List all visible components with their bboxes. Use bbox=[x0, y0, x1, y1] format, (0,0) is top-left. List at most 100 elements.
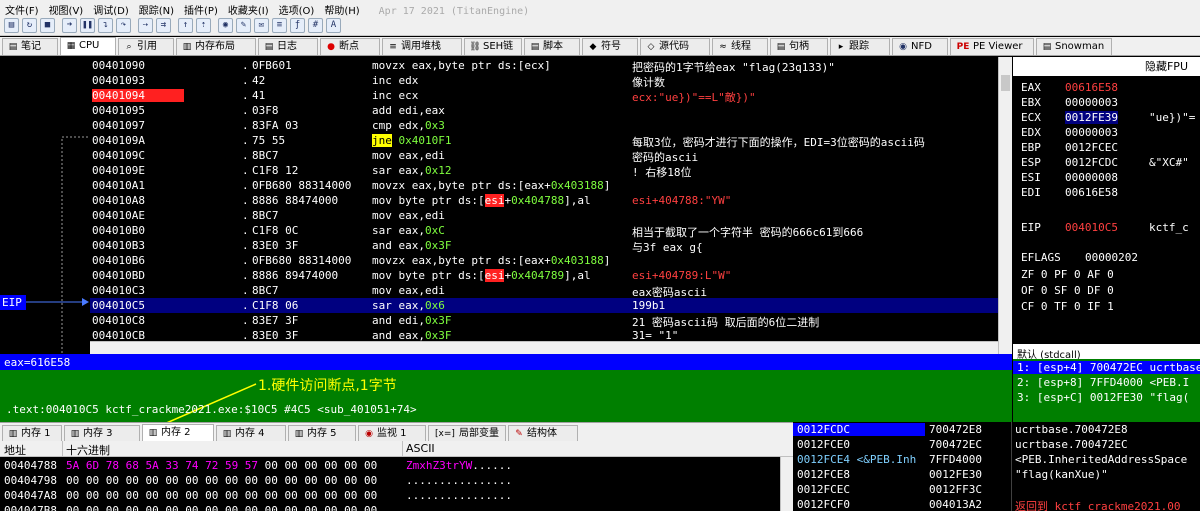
menu-plugins[interactable]: 插件(P) bbox=[179, 0, 223, 16]
register-value[interactable]: 004010C5 bbox=[1065, 221, 1118, 234]
function-icon[interactable]: ƒ bbox=[290, 18, 305, 33]
disasm-row[interactable]: 00401093. 42 inc edx 像计数 bbox=[90, 73, 998, 89]
disasm-row[interactable]: 00401090. 0FB601 movzx eax,byte ptr ds:[ec… bbox=[90, 58, 998, 74]
flags-row[interactable]: CF 0 TF 0 IF 1 bbox=[1021, 300, 1114, 315]
stack-row[interactable]: 0012FCF0 004013A2 返回到 kctf_crackme2021.00 bbox=[793, 498, 1200, 511]
tab-log[interactable]: ▤ 日志 bbox=[258, 38, 318, 55]
label-icon[interactable]: ≡ bbox=[272, 18, 287, 33]
menu-favourites[interactable]: 收藏夹(I) bbox=[223, 0, 274, 16]
tab-dump-5[interactable]: ▥ 内存 5 bbox=[288, 425, 356, 442]
tab-references[interactable]: ⌕ 引用 bbox=[118, 38, 174, 55]
disasm-row[interactable]: 00401097. 83FA 03 cmp edx,0x3 bbox=[90, 118, 998, 133]
disasm-row[interactable]: 004010BD. 8886 89474000 mov byte ptr ds:[e… bbox=[90, 268, 998, 283]
flags-row[interactable]: ZF 0 PF 0 AF 0 bbox=[1021, 268, 1114, 283]
trace-over-icon[interactable]: ⇉ bbox=[156, 18, 171, 33]
tab-handles[interactable]: ▤ 句柄 bbox=[770, 38, 828, 55]
disasm-row[interactable]: 0040109E. C1F8 12 sar eax,0x12! 右移18位 bbox=[90, 163, 998, 179]
tab-struct[interactable]: ✎ 结构体 bbox=[508, 425, 578, 442]
disasm-row[interactable]: 004010A1. 0FB680 88314000 movzx eax,byte p… bbox=[90, 178, 998, 193]
menu-help[interactable]: 帮助(H) bbox=[319, 0, 364, 16]
disassembly-view[interactable]: 00401090. 0FB601 movzx eax,byte ptr ds:[ec… bbox=[90, 57, 998, 354]
hex-column-header[interactable]: 十六进制 bbox=[66, 442, 110, 458]
addr-column-header[interactable]: 地址 bbox=[4, 442, 26, 458]
font-icon[interactable]: A bbox=[326, 18, 341, 33]
tab-notes[interactable]: ▤ 笔记 bbox=[2, 38, 58, 55]
disasm-row[interactable]: 004010B3. 83E0 3F and eax,0x3F 与3f eax g{ bbox=[90, 238, 998, 254]
tab-dump-1[interactable]: ▥ 内存 1 bbox=[2, 425, 62, 442]
tab-snowman[interactable]: ▤ Snowman bbox=[1036, 38, 1112, 55]
stack-arg-row[interactable]: 1: [esp+4] 700472EC ucrtbase bbox=[1013, 361, 1200, 374]
register-value[interactable]: 0012FCEC bbox=[1065, 141, 1118, 154]
step-into-icon[interactable]: ↴ bbox=[98, 18, 113, 33]
tab-call-stack[interactable]: ≡ 调用堆栈 bbox=[382, 38, 462, 55]
tab-watch-1[interactable]: ◉ 监视 1 bbox=[358, 425, 426, 442]
menu-options[interactable]: 选项(O) bbox=[274, 0, 320, 16]
run-to-user-icon[interactable]: ↑ bbox=[178, 18, 193, 33]
scroll-thumb[interactable] bbox=[1001, 75, 1010, 91]
patch-icon[interactable]: ✎ bbox=[236, 18, 251, 33]
ascii-column-header[interactable]: ASCII bbox=[406, 442, 435, 455]
register-value[interactable]: 00000008 bbox=[1065, 171, 1118, 184]
restart-icon[interactable]: ↻ bbox=[22, 18, 37, 33]
tab-memory-map[interactable]: ▥ 内存布局 bbox=[176, 38, 256, 55]
hash-icon[interactable]: # bbox=[308, 18, 323, 33]
disasm-row[interactable]: 0040109C. 8BC7 mov eax,edi 密码的ascii bbox=[90, 148, 998, 164]
tab-source[interactable]: ◇ 源代码 bbox=[640, 38, 710, 55]
stack-arg-row[interactable]: 2: [esp+8] 7FFD4000 <PEB.I bbox=[1017, 376, 1189, 389]
dump-scrollbar[interactable] bbox=[780, 457, 793, 511]
run-icon[interactable]: ➜ bbox=[62, 18, 77, 33]
tab-nfd[interactable]: ◉ NFD bbox=[892, 38, 948, 55]
disasm-row[interactable]: 004010A8. 8886 88474000 mov byte ptr ds:[e… bbox=[90, 193, 998, 208]
disasm-row[interactable]: 004010B6. 0FB680 88314000 movzx eax,byte p… bbox=[90, 253, 998, 268]
menu-debug[interactable]: 调试(D) bbox=[88, 0, 134, 16]
menu-file[interactable]: 文件(F) bbox=[0, 0, 44, 16]
register-value[interactable]: 00000003 bbox=[1065, 126, 1118, 139]
flags-row[interactable]: OF 0 SF 0 DF 0 bbox=[1021, 284, 1114, 299]
menu-view[interactable]: 视图(V) bbox=[44, 0, 89, 16]
disasm-row[interactable]: 00401095. 03F8 add edi,eax bbox=[90, 103, 998, 118]
stack-row[interactable]: 0012FCE8 0012FE30 "flag(kanXue)" bbox=[793, 468, 1200, 482]
disassembly-hscrollbar[interactable] bbox=[90, 341, 998, 354]
disasm-row[interactable]: 004010C3. 8BC7 mov eax,edi eax密码ascii bbox=[90, 283, 998, 299]
comment-icon[interactable]: ✉ bbox=[254, 18, 269, 33]
disasm-row[interactable]: 004010AE. 8BC7 mov eax,edi bbox=[90, 208, 998, 223]
disasm-row[interactable]: 0040109A. 75 55 jne 0x4010F1 每取3位，密码才进行下面的操… bbox=[90, 133, 998, 149]
step-over-icon[interactable]: ↷ bbox=[116, 18, 131, 33]
register-value[interactable]: 00000202 bbox=[1085, 251, 1138, 264]
dump-row[interactable]: 00404788 5A 6D 78 68 5A 33 74 72 59 57 00… bbox=[0, 458, 780, 473]
hex-dump-view[interactable]: 00404788 5A 6D 78 68 5A 33 74 72 59 57 00… bbox=[0, 457, 780, 511]
tab-dump-2[interactable]: ▥ 内存 2 bbox=[142, 424, 214, 442]
stack-view[interactable]: 0012FCDC 700472E8 ucrtbase.700472E8 0012FCE… bbox=[793, 422, 1200, 511]
hide-fpu-button[interactable]: 隐藏FPU bbox=[1013, 57, 1200, 76]
run-to-return-icon[interactable]: ⇡ bbox=[196, 18, 211, 33]
dump-row[interactable]: 004047B8 00 00 00 00 00 00 00 00 00 00 00… bbox=[0, 503, 780, 511]
tab-cpu[interactable]: ▦ CPU bbox=[60, 37, 116, 55]
tab-pe-viewer[interactable]: PE PE Viewer bbox=[950, 38, 1034, 55]
menu-trace[interactable]: 跟踪(N) bbox=[134, 0, 179, 16]
register-value[interactable]: 00000003 bbox=[1065, 96, 1118, 109]
tab-dump-4[interactable]: ▥ 内存 4 bbox=[216, 425, 286, 442]
tab-dump-3[interactable]: ▥ 内存 3 bbox=[64, 425, 140, 442]
stack-arg-row[interactable]: 3: [esp+C] 0012FE30 "flag( bbox=[1017, 391, 1189, 404]
register-value[interactable]: 0012FCDC bbox=[1065, 156, 1118, 169]
dump-row[interactable]: 00404798 00 00 00 00 00 00 00 00 00 00 00… bbox=[0, 473, 780, 488]
tab-breakpoints[interactable]: ● 断点 bbox=[320, 38, 380, 55]
disasm-row[interactable]: 004010C5. C1F8 06 sar eax,0x6 199b1 bbox=[90, 298, 998, 313]
disassembly-scrollbar[interactable] bbox=[998, 57, 1012, 354]
tab-script[interactable]: ▤ 脚本 bbox=[524, 38, 580, 55]
tab-locals[interactable]: [x=] 局部变量 bbox=[428, 425, 506, 442]
register-value[interactable]: 00616E58 bbox=[1065, 81, 1118, 94]
disasm-row[interactable]: 00401094. 41 inc ecx ecx:"ue})"==L"敵})" bbox=[90, 88, 998, 104]
hide-icon[interactable]: ◉ bbox=[218, 18, 233, 33]
stack-row[interactable]: 0012FCDC 700472E8 ucrtbase.700472E8 bbox=[793, 423, 1200, 437]
tab-threads[interactable]: ≈ 线程 bbox=[712, 38, 768, 55]
register-value[interactable]: 00616E58 bbox=[1065, 186, 1118, 199]
disasm-row[interactable]: 004010B0. C1F8 0C sar eax,0xC 相当于截取了一个字符半 密… bbox=[90, 223, 998, 239]
tab-trace[interactable]: ▸ 跟踪 bbox=[830, 38, 890, 55]
calling-convention-select[interactable]: 默认 (stdcall) bbox=[1013, 344, 1200, 361]
close-icon[interactable]: ■ bbox=[40, 18, 55, 33]
stack-row[interactable]: 0012FCEC 0012FF3C bbox=[793, 483, 1200, 497]
tab-seh-chain[interactable]: ⛓ SEH链 bbox=[464, 38, 522, 55]
stack-row[interactable]: 0012FCE4 <&PEB.Inh 7FFD4000 <PEB.Inherited… bbox=[793, 453, 1200, 467]
stack-row[interactable]: 0012FCE0 700472EC ucrtbase.700472EC bbox=[793, 438, 1200, 452]
